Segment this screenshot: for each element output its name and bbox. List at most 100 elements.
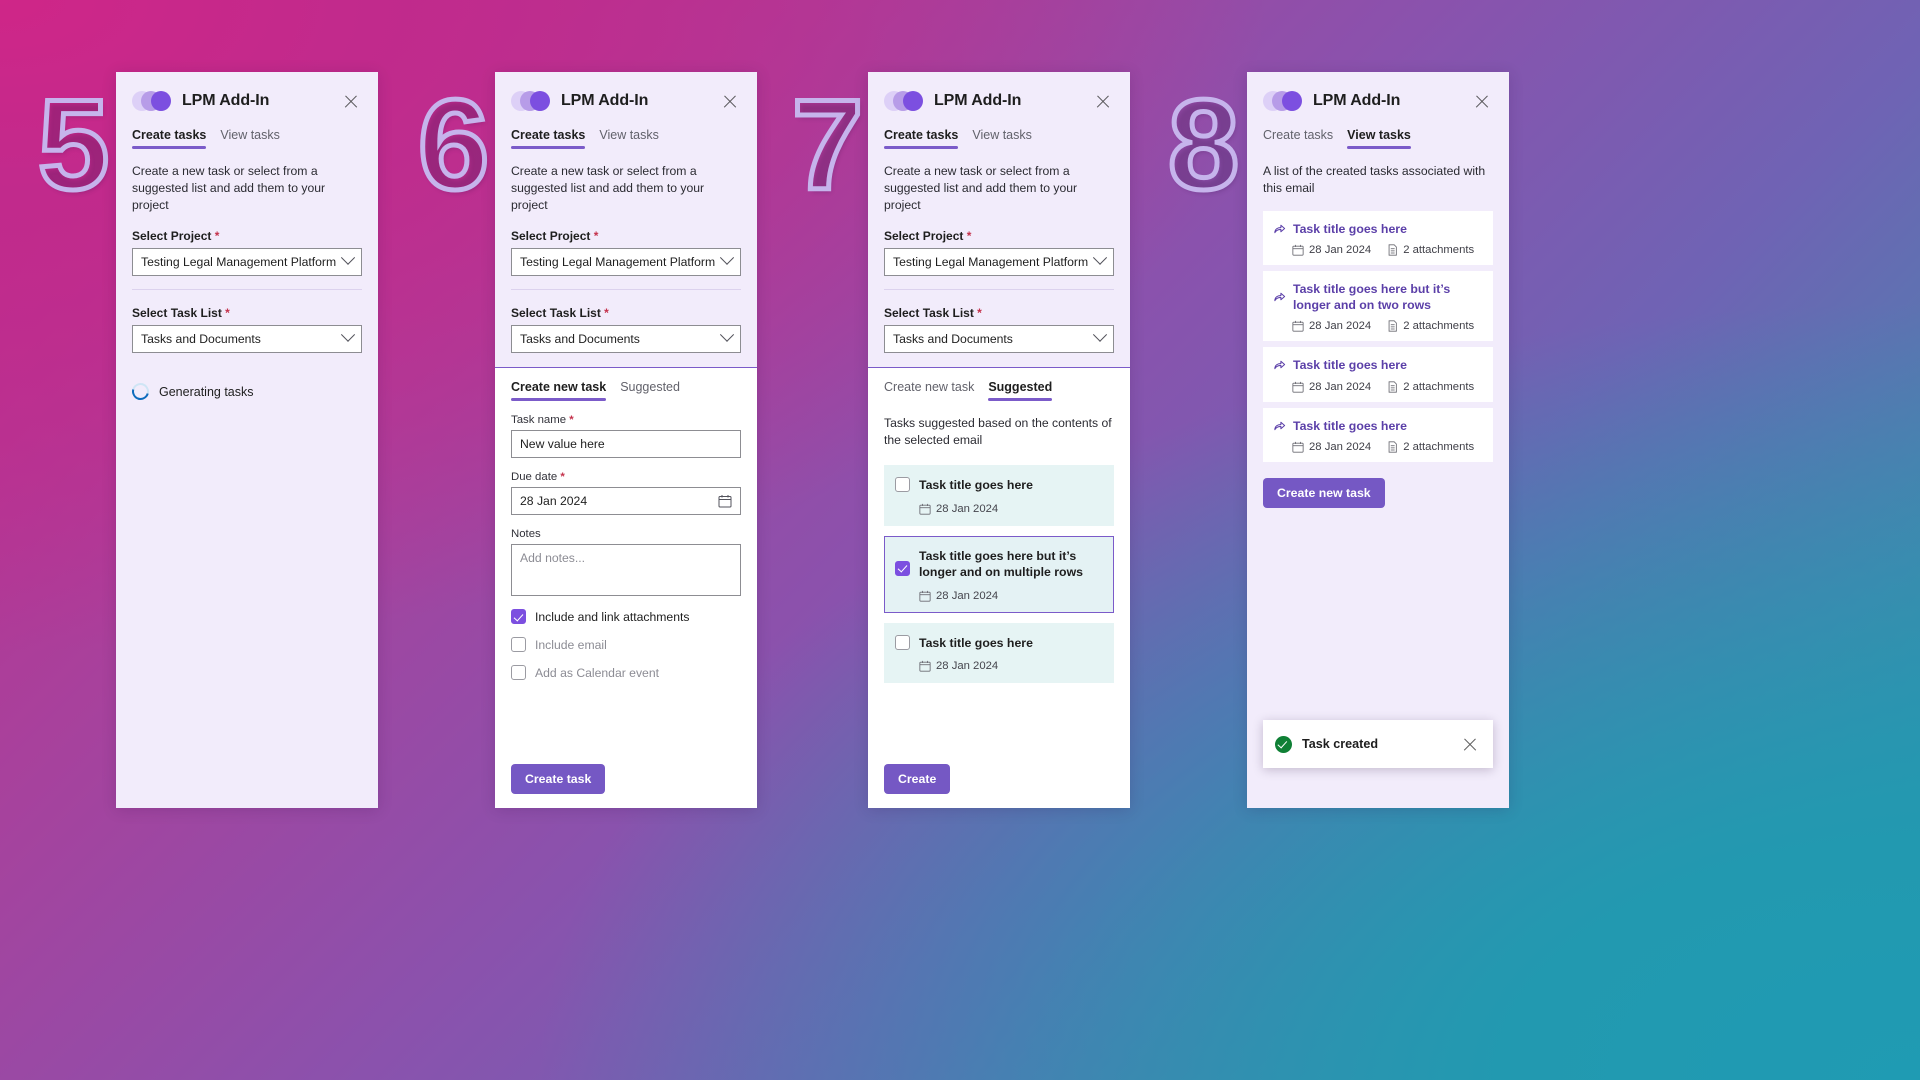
- select-project-label-text: Select Project: [132, 229, 212, 244]
- task-meta: 28 Jan 2024 2 attachments: [1273, 441, 1483, 453]
- tab-create-tasks[interactable]: Create tasks: [132, 128, 207, 149]
- task-attachments-text: 2 attachments: [1403, 380, 1475, 393]
- create-new-task-button[interactable]: Create new task: [1263, 477, 1385, 508]
- suggested-task-checkbox[interactable]: [895, 634, 910, 650]
- create-button[interactable]: Create: [884, 764, 951, 794]
- chevron-down-icon: [719, 328, 735, 343]
- select-task-list-dropdown[interactable]: Tasks and Documents: [511, 325, 741, 354]
- step-numeral-5: 5: [35, 74, 111, 217]
- open-task-icon[interactable]: [1273, 419, 1286, 432]
- suggested-task-checkbox[interactable]: [895, 477, 910, 493]
- calendar-icon: [1292, 320, 1304, 332]
- task-head: Task title goes here: [1273, 221, 1483, 237]
- step-numeral-7: 7: [789, 74, 865, 217]
- tab-create-tasks[interactable]: Create tasks: [1263, 128, 1333, 149]
- tab-create-tasks[interactable]: Create tasks: [884, 128, 959, 149]
- due-date-label: Due date *: [511, 471, 741, 483]
- open-task-icon[interactable]: [1273, 358, 1286, 371]
- checkbox-row-include-email[interactable]: Include email: [511, 637, 741, 653]
- panel-body: Create a new task or select from a sugge…: [116, 149, 378, 808]
- task-head: Task title goes here: [1273, 357, 1483, 373]
- required-marker: *: [604, 306, 609, 321]
- tab-view-tasks[interactable]: View tasks: [599, 128, 659, 149]
- tab-view-tasks[interactable]: View tasks: [220, 128, 280, 149]
- panel-step-6: LPM Add-In Create tasks View tasks Creat…: [495, 72, 757, 808]
- select-project-dropdown[interactable]: Testing Legal Management Platform: [511, 248, 741, 277]
- panel-step-5: LPM Add-In Create tasks View tasks Creat…: [116, 72, 378, 808]
- close-icon[interactable]: [1471, 90, 1493, 112]
- checkbox-include-email[interactable]: [511, 637, 526, 653]
- notes-input[interactable]: Add notes...: [511, 544, 741, 597]
- loading-status: Generating tasks: [128, 380, 362, 404]
- create-task-button[interactable]: Create task: [511, 764, 606, 794]
- open-task-icon[interactable]: [1273, 222, 1286, 235]
- select-task-list-dropdown[interactable]: Tasks and Documents: [884, 325, 1114, 354]
- task-row[interactable]: Task title goes here 28 Jan 2024 2 attac…: [1263, 347, 1493, 402]
- subtab-suggested[interactable]: Suggested: [988, 380, 1052, 402]
- tab-create-tasks[interactable]: Create tasks: [511, 128, 586, 149]
- tab-view-tasks[interactable]: View tasks: [972, 128, 1032, 149]
- select-task-list-dropdown[interactable]: Tasks and Documents: [132, 325, 362, 354]
- task-row[interactable]: Task title goes here 28 Jan 2024 2 attac…: [1263, 210, 1493, 265]
- panel-header: LPM Add-In: [868, 72, 1130, 118]
- checkbox-attachments[interactable]: [511, 609, 526, 625]
- checkbox-label-calendar-event: Add as Calendar event: [535, 665, 659, 680]
- select-task-list-label-text: Select Task List: [511, 306, 601, 321]
- panel-tabs: Create tasks View tasks: [116, 118, 378, 149]
- suggested-task-date: 28 Jan 2024: [919, 660, 1103, 672]
- required-marker: *: [225, 306, 230, 321]
- select-project-label-text: Select Project: [884, 229, 964, 244]
- select-project-label: Select Project *: [884, 229, 1114, 243]
- toast-close-icon[interactable]: [1459, 733, 1481, 755]
- close-icon[interactable]: [340, 90, 362, 112]
- subtab-create-new-task[interactable]: Create new task: [511, 380, 607, 402]
- notes-label: Notes: [511, 528, 541, 541]
- required-marker: *: [560, 471, 565, 484]
- checkbox-row-calendar-event[interactable]: Add as Calendar event: [511, 665, 741, 681]
- select-task-list-value: Tasks and Documents: [893, 332, 1013, 347]
- open-task-icon[interactable]: [1273, 290, 1286, 303]
- suggested-task-item[interactable]: Task title goes here but it’s longer and…: [884, 535, 1114, 613]
- divider: [132, 289, 362, 291]
- suggested-task-item[interactable]: Task title goes here 28 Jan 2024: [884, 465, 1114, 526]
- select-project-dropdown[interactable]: Testing Legal Management Platform: [132, 248, 362, 277]
- tab-view-tasks[interactable]: View tasks: [1347, 128, 1411, 149]
- task-row[interactable]: Task title goes here but it’s longer and…: [1263, 270, 1493, 342]
- task-title: Task title goes here: [1293, 418, 1407, 433]
- panel-body: A list of the created tasks associated w…: [1247, 149, 1509, 808]
- suggested-task-list: Task title goes here 28 Jan 2024 Task ti…: [884, 465, 1114, 684]
- task-title: Task title goes here: [1293, 221, 1407, 236]
- spinner-icon: [128, 380, 153, 404]
- create-task-card: Create new task Suggested Task name * Ne…: [495, 367, 757, 808]
- checkbox-calendar-event[interactable]: [511, 665, 526, 681]
- task-attachments: 2 attachments: [1387, 441, 1474, 453]
- calendar-icon: [919, 660, 931, 672]
- subtab-suggested[interactable]: Suggested: [620, 380, 680, 401]
- task-name-input[interactable]: New value here: [511, 430, 741, 459]
- panel-tabs: Create tasks View tasks: [495, 118, 757, 149]
- checkbox-row-attachments[interactable]: Include and link attachments: [511, 609, 741, 625]
- suggested-task-date-text: 28 Jan 2024: [936, 589, 999, 602]
- checkbox-label-attachments: Include and link attachments: [535, 609, 690, 624]
- lpm-logo-icon: [132, 91, 172, 111]
- select-task-list-label: Select Task List *: [884, 306, 1114, 320]
- task-attachments-text: 2 attachments: [1403, 320, 1475, 333]
- lpm-logo-icon: [1263, 91, 1303, 111]
- suggested-task-item[interactable]: Task title goes here 28 Jan 2024: [884, 622, 1114, 684]
- task-date-text: 28 Jan 2024: [1309, 243, 1372, 256]
- close-icon[interactable]: [719, 90, 741, 112]
- due-date-input[interactable]: 28 Jan 2024: [511, 487, 741, 516]
- suggested-task-checkbox[interactable]: [895, 560, 910, 576]
- chevron-down-icon: [340, 251, 356, 266]
- select-project-dropdown[interactable]: Testing Legal Management Platform: [884, 248, 1114, 277]
- panel-tabs: Create tasks View tasks: [868, 118, 1130, 149]
- task-row[interactable]: Task title goes here 28 Jan 2024 2 attac…: [1263, 407, 1493, 462]
- subtab-create-new-task[interactable]: Create new task: [884, 380, 974, 401]
- intro-text: Create a new task or select from a sugge…: [511, 164, 705, 212]
- task-title: Task title goes here: [1293, 358, 1407, 373]
- toast-message: Task created: [1302, 737, 1379, 751]
- page-title: LPM Add-In: [1313, 92, 1401, 109]
- close-icon[interactable]: [1092, 90, 1114, 112]
- calendar-icon[interactable]: [718, 494, 732, 508]
